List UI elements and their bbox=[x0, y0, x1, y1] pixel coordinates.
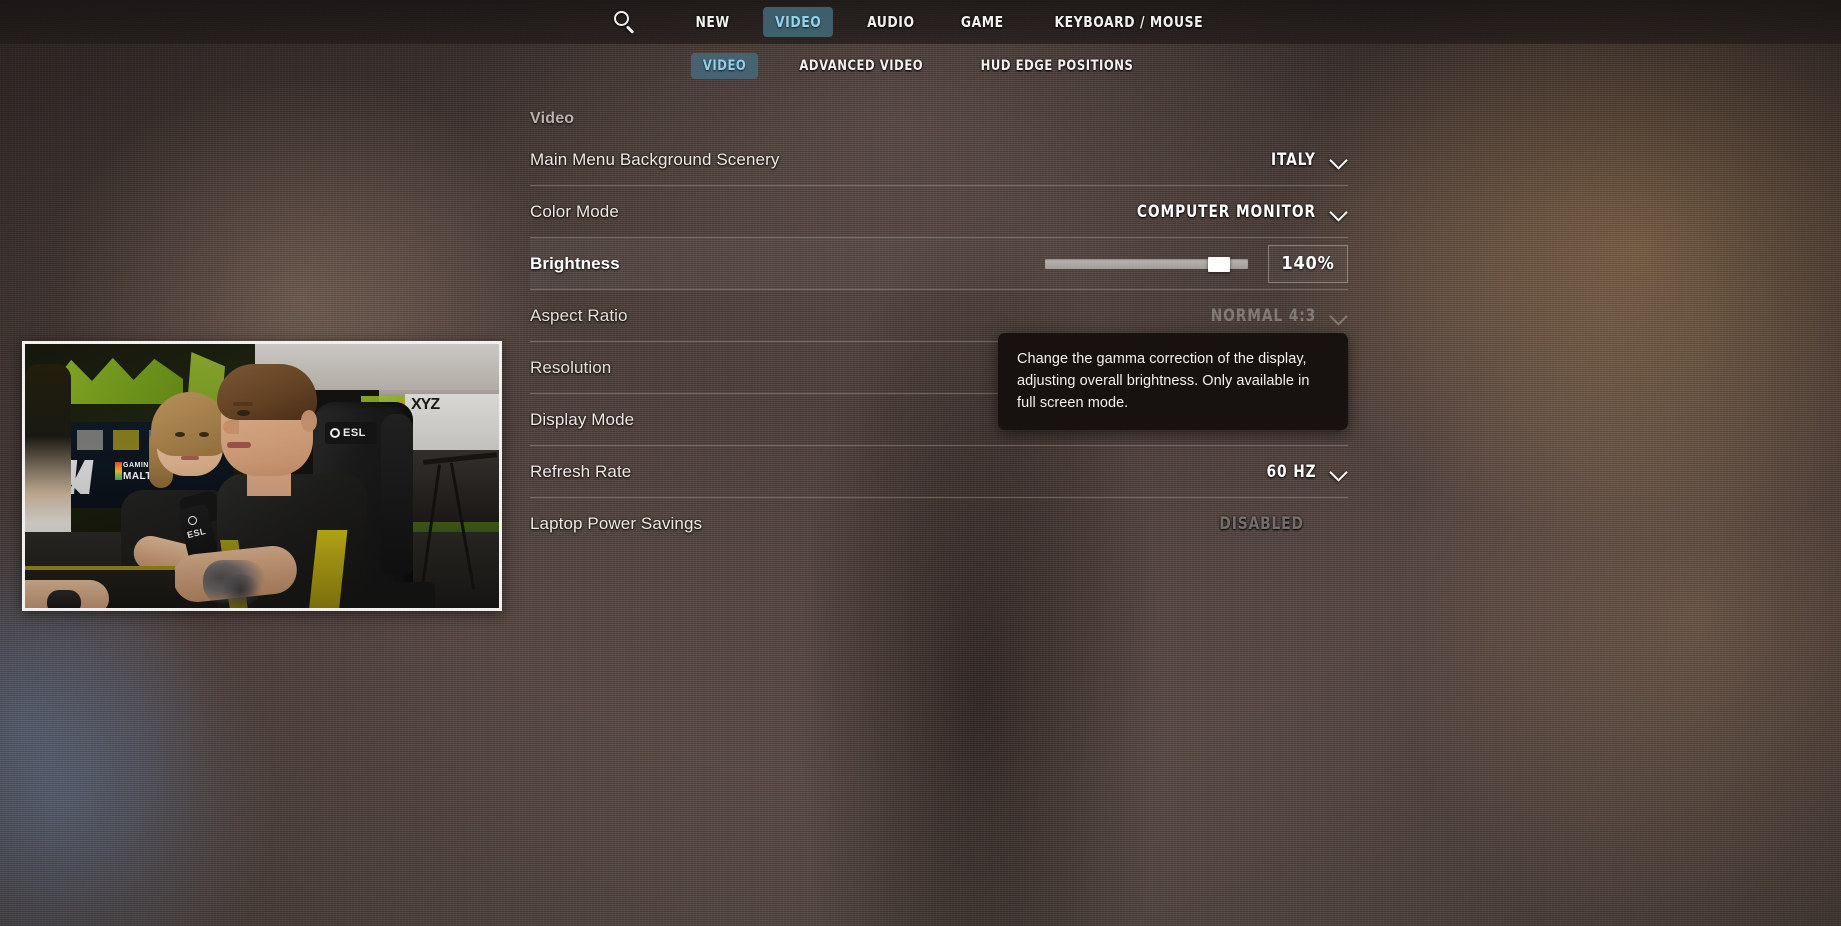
setting-control: 140% bbox=[1045, 244, 1348, 283]
setting-control: ITALY bbox=[1266, 150, 1348, 170]
setting-control: NORMAL 4:3 bbox=[1199, 306, 1348, 326]
sponsor-logo-3 bbox=[113, 430, 139, 450]
chevron-down-icon[interactable] bbox=[1330, 151, 1348, 169]
gaming-desk-edge bbox=[25, 566, 175, 570]
setting-label: Brightness bbox=[530, 253, 620, 273]
venue-screen-text: XYZ bbox=[411, 396, 440, 413]
tab-keyboard-mouse[interactable]: KEYBOARD / MOUSE bbox=[1042, 7, 1215, 37]
setting-label: Main Menu Background Scenery bbox=[530, 149, 780, 169]
chevron-down-icon[interactable] bbox=[1330, 463, 1348, 481]
tab-video[interactable]: VIDEO bbox=[763, 7, 834, 37]
main-tab-bar-inner: NEW VIDEO AUDIO GAME KEYBOARD / MOUSE bbox=[611, 7, 1230, 37]
brightness-value-box[interactable]: 140% bbox=[1268, 244, 1348, 283]
player-hair bbox=[217, 364, 317, 420]
setting-label: Resolution bbox=[530, 357, 612, 377]
setting-control: COMPUTER MONITOR bbox=[1117, 202, 1348, 222]
section-title-video: Video bbox=[530, 110, 575, 127]
setting-value: COMPUTER MONITOR bbox=[1136, 201, 1316, 222]
interviewer-mouth bbox=[181, 456, 199, 460]
setting-value: NORMAL 4:3 bbox=[1210, 305, 1316, 326]
search-icon[interactable] bbox=[611, 9, 637, 35]
main-tab-bar: NEW VIDEO AUDIO GAME KEYBOARD / MOUSE bbox=[0, 0, 1841, 44]
background-person bbox=[25, 364, 71, 544]
player-ear bbox=[301, 410, 317, 432]
sponsor-logo-2 bbox=[77, 430, 103, 450]
search-icon-handle bbox=[625, 25, 635, 34]
setting-label: Laptop Power Savings bbox=[530, 514, 703, 533]
esl-logo-mark bbox=[330, 428, 340, 438]
chevron-down-icon[interactable] bbox=[1330, 307, 1348, 325]
player-eyebrow bbox=[233, 402, 253, 406]
interviewer-eye-right bbox=[199, 432, 209, 437]
interviewer-eye-left bbox=[175, 432, 185, 437]
video-settings-panel: Video Main Menu Background Scenery ITALY… bbox=[530, 110, 1348, 550]
setting-row-color-mode[interactable]: Color Mode COMPUTER MONITOR bbox=[530, 186, 1348, 238]
setting-row-brightness[interactable]: Brightness 140% bbox=[530, 238, 1348, 290]
setting-row-main-menu-background-scenery[interactable]: Main Menu Background Scenery ITALY bbox=[530, 134, 1348, 186]
tooltip-text: Change the gamma correction of the displ… bbox=[1017, 351, 1310, 412]
subtab-video[interactable]: VIDEO bbox=[690, 53, 758, 79]
tab-game[interactable]: GAME bbox=[949, 7, 1016, 37]
setting-row-laptop-power-savings: Laptop Power Savings DISABLED bbox=[530, 498, 1348, 550]
setting-row-refresh-rate[interactable]: Refresh Rate 60 HZ bbox=[530, 446, 1348, 498]
player-tattoo-detail bbox=[221, 574, 261, 606]
setting-label: Aspect Ratio bbox=[530, 305, 628, 325]
tab-new[interactable]: NEW bbox=[683, 7, 741, 37]
setting-value: 140% bbox=[1281, 253, 1335, 274]
esl-logo-text: ESL bbox=[343, 427, 366, 439]
gaming-chair-wing bbox=[381, 414, 413, 574]
player-nose bbox=[223, 420, 239, 434]
player-eye bbox=[237, 410, 250, 416]
subtab-advanced-video[interactable]: ADVANCED VIDEO bbox=[787, 53, 935, 79]
tab-audio[interactable]: AUDIO bbox=[855, 7, 926, 37]
esl-chair-logo: ESL bbox=[325, 422, 377, 444]
setting-label: Display Mode bbox=[530, 409, 635, 429]
video-thumbnail[interactable]: GAMING MALTA XYZ ESL ESL bbox=[22, 341, 502, 611]
video-thumbnail-scene: GAMING MALTA XYZ ESL ESL bbox=[25, 344, 499, 608]
setting-control: DISABLED bbox=[1210, 514, 1348, 534]
setting-value: ITALY bbox=[1271, 149, 1316, 170]
gaming-malta-mark bbox=[115, 462, 122, 480]
subtab-hud-edge-positions[interactable]: HUD EDGE POSITIONS bbox=[969, 53, 1146, 79]
setting-value: DISABLED bbox=[1219, 514, 1304, 534]
setting-value: 60 HZ bbox=[1266, 461, 1316, 482]
gaming-mouse bbox=[47, 590, 81, 608]
setting-label: Refresh Rate bbox=[530, 461, 632, 481]
player-mouth bbox=[227, 442, 251, 448]
brightness-slider-knob[interactable] bbox=[1208, 256, 1230, 272]
setting-control: 60 HZ bbox=[1261, 462, 1349, 482]
search-icon-ring bbox=[613, 11, 629, 26]
setting-label: Color Mode bbox=[530, 201, 619, 221]
sub-tab-bar: VIDEO ADVANCED VIDEO HUD EDGE POSITIONS bbox=[0, 50, 1841, 82]
chevron-down-icon[interactable] bbox=[1330, 203, 1348, 221]
brightness-slider[interactable] bbox=[1045, 256, 1248, 272]
brightness-tooltip: Change the gamma correction of the displ… bbox=[998, 333, 1348, 431]
